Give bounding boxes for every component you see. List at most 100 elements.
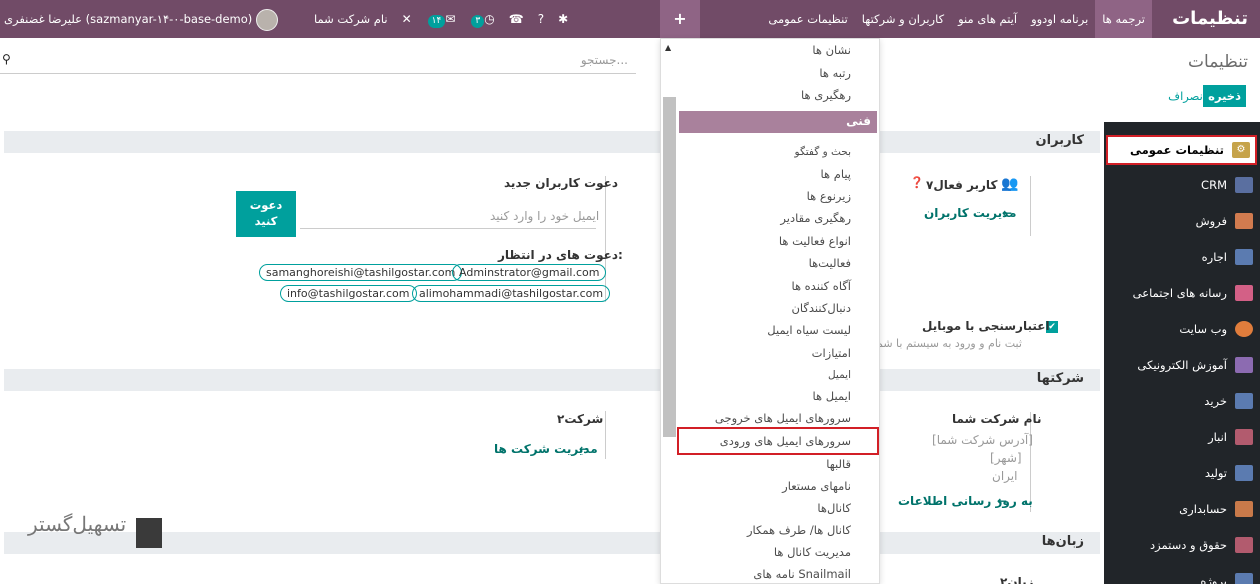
dropdown-item-incoming-mail-servers[interactable]: سرورهای ایمیل های ورودی — [720, 434, 851, 448]
dropdown-item[interactable]: امتیازات — [812, 346, 851, 360]
puzzle-icon — [1235, 573, 1253, 584]
sidebar-item-manufacturing[interactable]: تولید — [1104, 458, 1260, 488]
scroll-up-icon[interactable]: ▲ — [665, 43, 671, 52]
scrollbar[interactable] — [663, 97, 676, 437]
languages-count: ۲زبان — [1000, 575, 1034, 584]
pending-invite-tag[interactable]: Adminstrator@gmail.com — [452, 264, 607, 281]
dropdown-item[interactable]: نشان ها — [812, 43, 851, 57]
sidebar-item-payroll[interactable]: حقوق و دستمزد — [1104, 530, 1260, 560]
dropdown-item[interactable]: رتبه ها — [819, 66, 851, 80]
company-address-line: [شهر] — [990, 451, 1022, 465]
dropdown-item[interactable]: لیست سیاه ایمیل — [767, 323, 851, 337]
clock-icon: ◷ — [484, 12, 495, 26]
chat-icon: ✉ — [445, 12, 456, 26]
dropdown-item[interactable]: نامهای مستعار — [782, 479, 851, 493]
sidebar-item-purchase[interactable]: خرید — [1104, 386, 1260, 416]
chart-icon — [1235, 213, 1253, 229]
app-brand[interactable]: تنظیمات — [1172, 0, 1248, 38]
chat-badge: ۱۴ — [427, 15, 446, 28]
sidebar-item-label: رسانه های اجتماعی — [1132, 286, 1227, 300]
menu-general-settings[interactable]: تنظیمات عمومی — [761, 0, 854, 38]
company-switcher[interactable]: نام شرکت شما — [314, 0, 388, 38]
avatar — [255, 8, 278, 31]
menu-menu-items[interactable]: آیتم های منو — [951, 0, 1024, 38]
menu-odoo-app[interactable]: برنامه اودوو — [1024, 0, 1095, 38]
pending-invite-tag[interactable]: info@tashilgostar.com — [280, 285, 417, 302]
sidebar-item-elearning[interactable]: آموزش الکترونیکی — [1104, 350, 1260, 380]
activity-badge: ۳ — [471, 15, 485, 28]
dropdown-item[interactable]: کانال‌ها — [817, 501, 851, 515]
phone-icon[interactable]: ☎ — [509, 0, 524, 38]
sidebar-item-label: انبار — [1208, 430, 1227, 444]
sidebar-item-general-settings[interactable]: ⚙ تنظیمات عمومی — [1106, 135, 1257, 165]
dropdown-item[interactable]: قالبها — [826, 457, 851, 471]
sidebar-item-sales[interactable]: فروش — [1104, 206, 1260, 236]
pending-invite-tag[interactable]: alimohammadi@tashilgostar.com — [412, 285, 611, 302]
dropdown-item[interactable]: سرورهای ایمیل های خروجی — [715, 411, 851, 425]
dropdown-item[interactable]: بحث و گفتگو — [795, 146, 851, 158]
search-input[interactable]: جستجو... — [581, 53, 628, 67]
menu-translations[interactable]: ترجمه ها — [1095, 0, 1152, 38]
help-icon[interactable]: ❓ — [910, 176, 924, 189]
activity-menu[interactable]: ۳ ◷ — [469, 0, 495, 38]
divider — [1030, 176, 1031, 236]
mobile-auth-title: اعتبارسنجی با موبایل — [922, 319, 1050, 333]
dropdown-item[interactable]: مدیریت کانال ها — [774, 545, 851, 559]
company-address-line: ایران — [992, 469, 1018, 483]
search-icon[interactable]: ⚲ — [2, 52, 11, 66]
sidebar-item-crm[interactable]: CRM — [1104, 170, 1260, 200]
dropdown-item[interactable]: نامه های Snailmail — [753, 567, 851, 581]
companies-section-header: شرکتها — [4, 369, 1100, 391]
chat-menu[interactable]: ۱۴ ✉ — [426, 0, 456, 38]
dropdown-item[interactable]: رهگیری مقادیر — [780, 211, 851, 225]
sidebar-item-social-media[interactable]: رسانه های اجتماعی — [1104, 278, 1260, 308]
sidebar-item-project[interactable]: پروژه — [1104, 566, 1260, 584]
user-menu[interactable]: علیرضا غضنفری (sazmanyar-۱۴-۰-base-demo) — [4, 0, 278, 38]
sidebar-item-rental[interactable]: اجاره — [1104, 242, 1260, 272]
watermark-logo-mark — [136, 518, 162, 548]
box-icon — [1235, 429, 1253, 445]
systray: علیرضا غضنفری (sazmanyar-۱۴-۰-base-demo)… — [0, 0, 568, 38]
arrow-left-icon: ← — [1002, 206, 1013, 220]
sidebar-item-accounting[interactable]: حسابداری — [1104, 494, 1260, 524]
sidebar-item-label: اجاره — [1201, 250, 1227, 264]
sidebar-item-label: وب سایت — [1179, 322, 1227, 336]
update-info-link[interactable]: به روز رسانی اطلاعات — [898, 494, 1033, 508]
save-button[interactable]: ذخیره — [1203, 85, 1246, 107]
discard-button[interactable]: انصراف — [1168, 89, 1206, 103]
dropdown-item[interactable]: ایمیل ها — [813, 389, 851, 403]
section-title: کاربران — [1035, 133, 1084, 148]
watermark-logo: تسهیل‌گستر — [28, 512, 127, 536]
pending-invites-title: دعوت های در انتظار: — [498, 248, 623, 262]
dropdown-item[interactable]: انواع فعالیت ها — [779, 234, 851, 248]
rental-icon — [1235, 249, 1253, 265]
technical-dropdown-menu: ▲ نشان ها رتبه ها رهگیری ها فنی بحث و گف… — [660, 38, 880, 584]
pending-invite-tag[interactable]: samanghoreishi@tashilgostar.com — [259, 264, 463, 281]
sidebar-item-label: فروش — [1195, 214, 1227, 228]
dropdown-item[interactable]: دنبال‌کنندگان — [791, 301, 851, 315]
dropdown-item[interactable]: رهگیری ها — [801, 88, 851, 102]
dropdown-item[interactable]: ایمیل — [828, 369, 851, 381]
divider — [605, 411, 606, 459]
dropdown-item[interactable]: فعالیت‌ها — [809, 256, 851, 270]
sidebar-item-label: CRM — [1201, 178, 1227, 192]
invite-email-input[interactable]: ایمیل خود را وارد کنید — [490, 209, 599, 223]
settings-sidebar: ⚙ تنظیمات عمومی CRM فروش اجاره رسانه های… — [1104, 122, 1260, 584]
invoice-icon — [1235, 501, 1253, 517]
dropdown-item[interactable]: آگاه کننده ها — [791, 279, 851, 293]
debug-bug-icon[interactable]: ✱ — [558, 0, 568, 38]
close-icon[interactable]: ✕ — [402, 0, 412, 38]
technical-menu-toggle[interactable]: + — [660, 0, 700, 38]
sidebar-item-inventory[interactable]: انبار — [1104, 422, 1260, 452]
handshake-icon — [1235, 177, 1253, 193]
dropdown-item[interactable]: زیرنوع ها — [807, 189, 851, 203]
dropdown-item[interactable]: کانال ها/ طرف همکار — [747, 523, 851, 537]
search-bar[interactable]: جستجو... ⚲ — [0, 48, 636, 74]
menu-users-companies[interactable]: کاربران و شرکتها — [855, 0, 951, 38]
invite-button[interactable]: دعوت کنید — [236, 191, 296, 237]
sidebar-item-website[interactable]: وب سایت — [1104, 314, 1260, 344]
help-icon[interactable]: ? — [538, 0, 544, 38]
top-navbar: تنظیمات تنظیمات عمومی کاربران و شرکتها آ… — [0, 0, 1260, 38]
user-name: علیرضا غضنفری (sazmanyar-۱۴-۰-base-demo) — [4, 12, 253, 26]
dropdown-item[interactable]: پیام ها — [820, 167, 851, 181]
